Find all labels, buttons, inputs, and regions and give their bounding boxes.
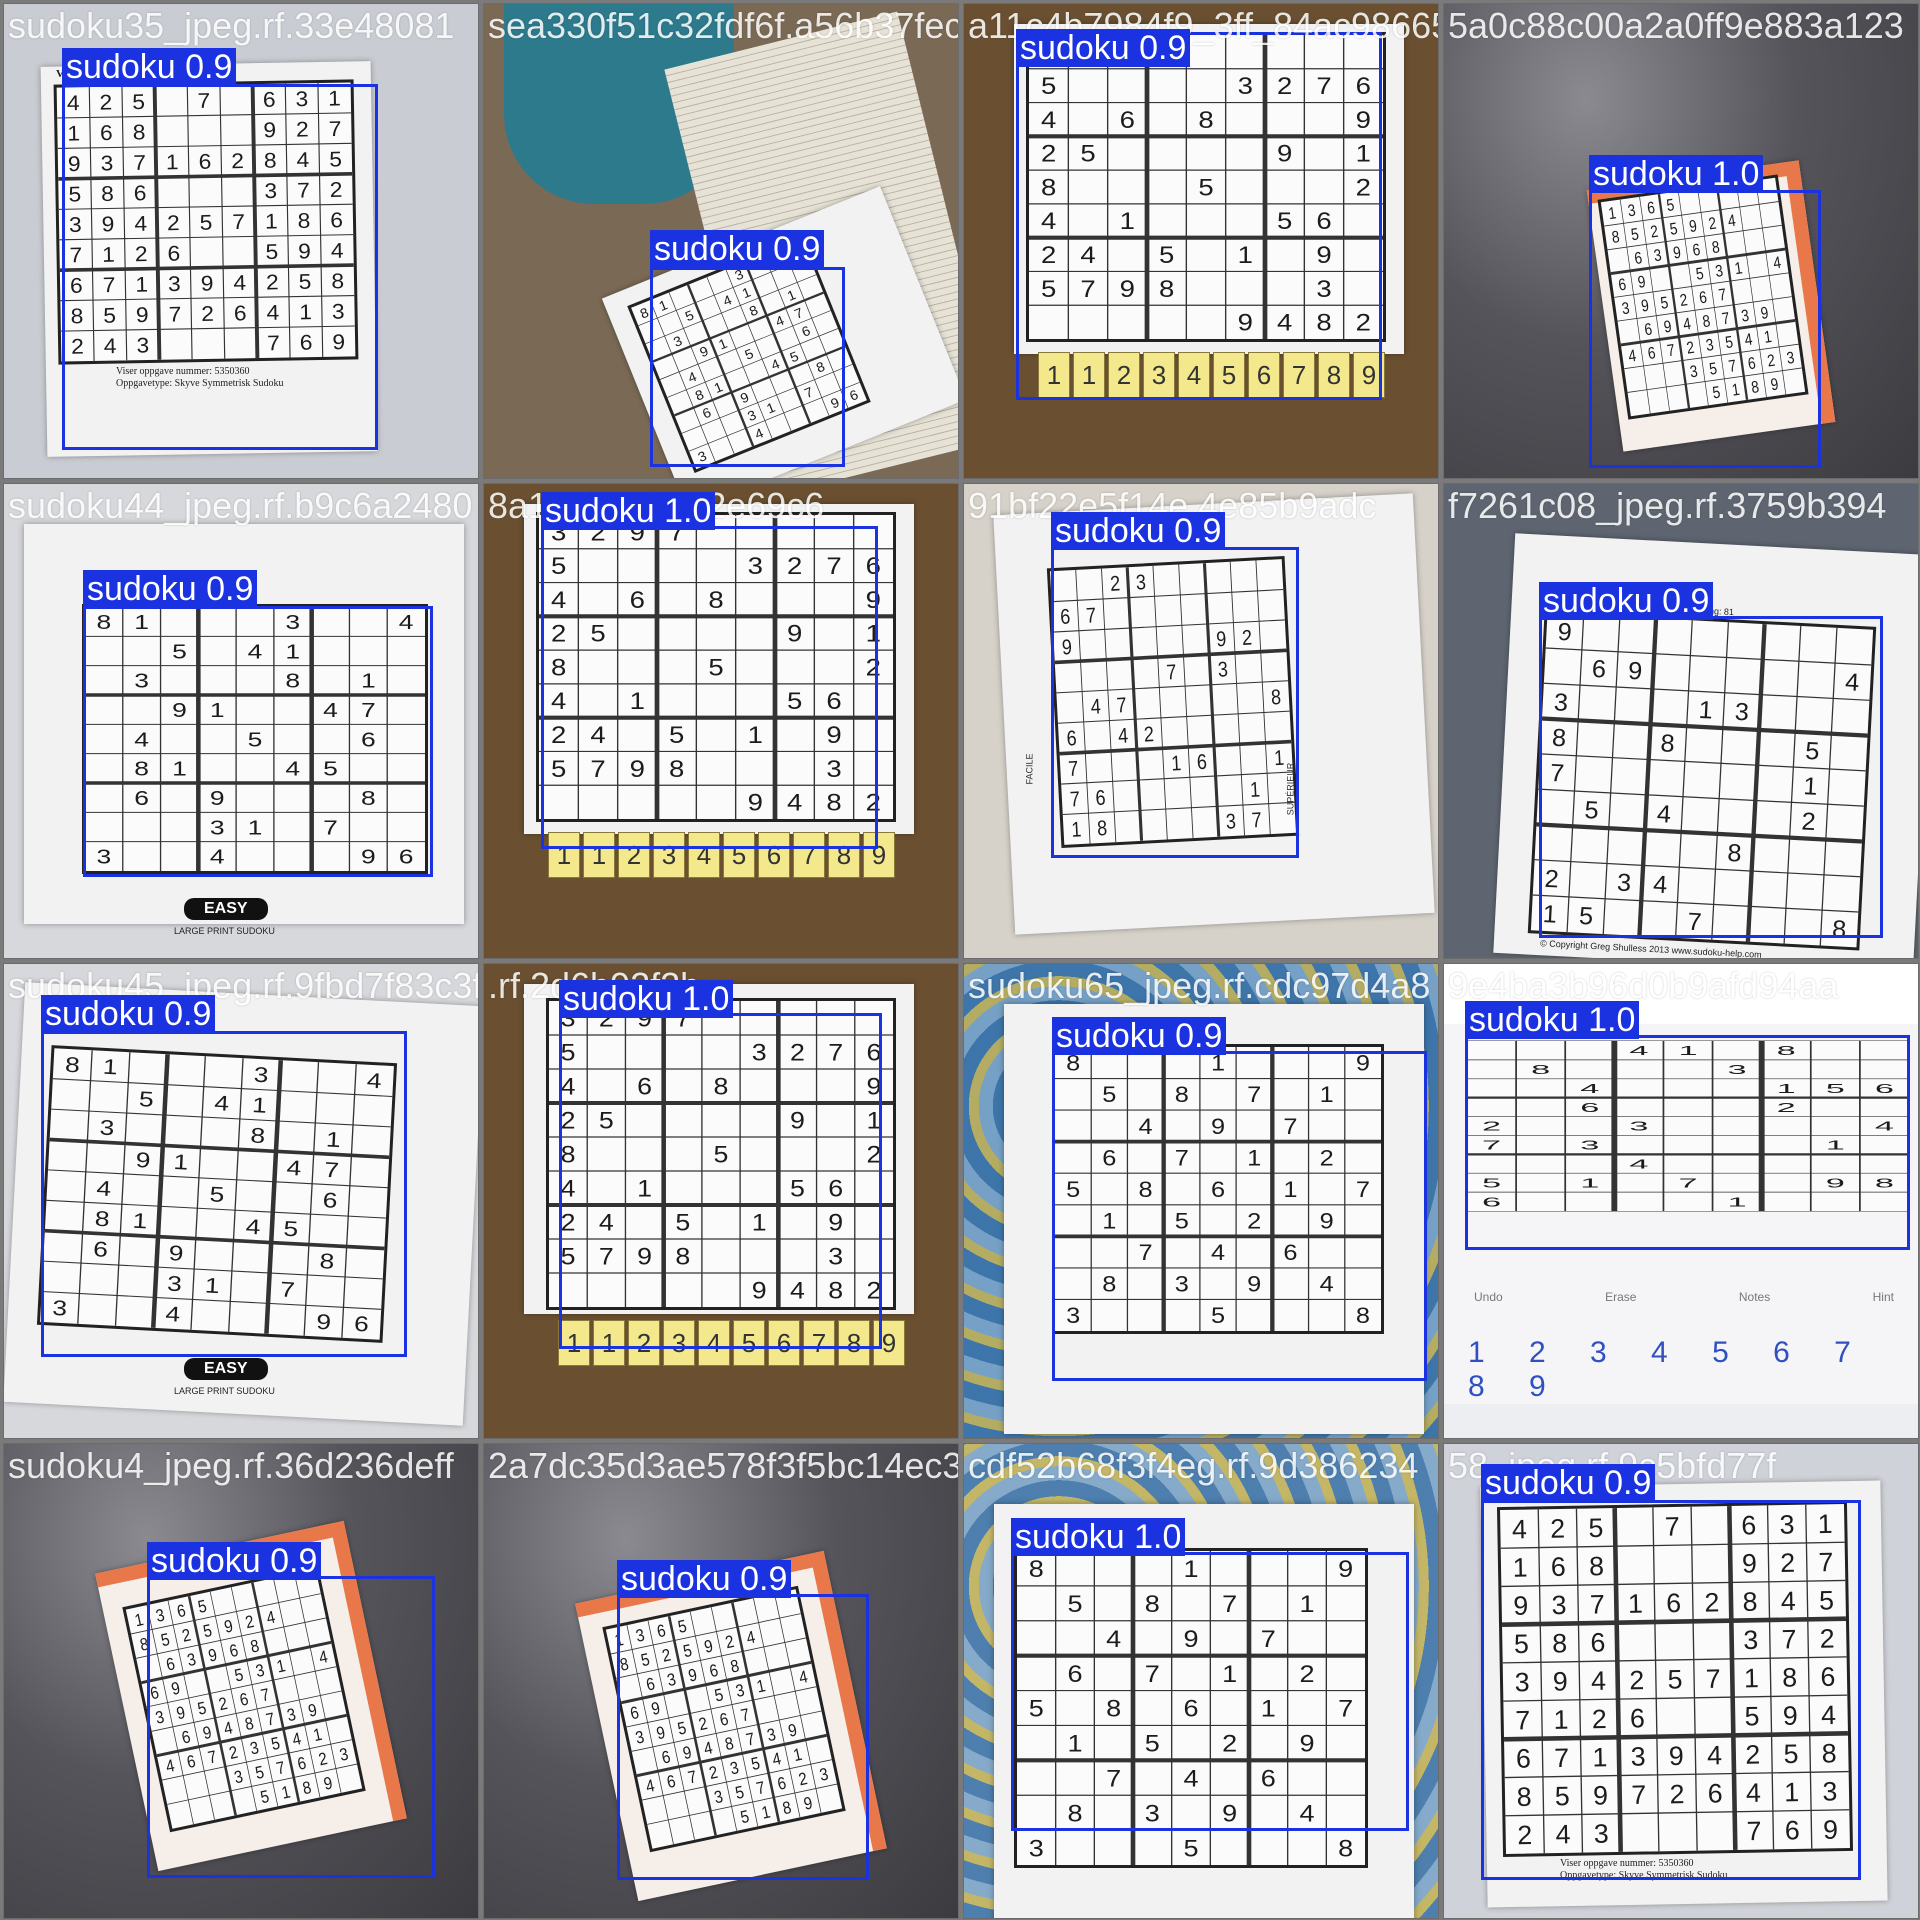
detection-box <box>62 84 378 450</box>
detection-box <box>1011 1552 1409 1831</box>
image-filename: f7261c08_jpeg.rf.3759b394 <box>1448 485 1887 526</box>
image-filename: sudoku4_jpeg.rf.36d236deff <box>8 1445 454 1486</box>
detection-label: sudoku 0.9 <box>1016 29 1191 67</box>
image-tile: 1365852592463968695314395267694873946723… <box>1443 3 1919 479</box>
image-tile: 8134541381914745681456983173496sudoku 0.… <box>483 3 959 479</box>
easy-subtitle: LARGE PRINT SUDOKU <box>174 926 275 936</box>
detection-label: sudoku 0.9 <box>1539 582 1714 620</box>
image-filename: 5a0c88c00a2a0ff9e883a123 <box>1448 5 1904 46</box>
tool-undo-button[interactable]: Undo <box>1474 1290 1503 1304</box>
detection-box <box>41 1031 407 1357</box>
image-tile: 8 1 9 5 8 7 1 4 9 7 6 7 1 2 5 8 6 1 7 1 5 2 9 7 4 6 8 3 9 4 3 5 8 sudoku … <box>963 1443 1439 1919</box>
image-tile: 8 1 9 5 8 7 1 4 9 7 6 7 1 2 5 8 6 1 7 1 5 2 9 7 4 6 8 3 9 4 3 5 8 sudoku … <box>963 963 1439 1439</box>
image-tile: 1365852592463968695314395267694873946723… <box>3 1443 479 1919</box>
tool-erase-button[interactable]: Erase <box>1605 1290 1636 1304</box>
detection-label: sudoku 1.0 <box>1465 1001 1640 1039</box>
easy-badge: EASY <box>184 1358 268 1380</box>
easy-subtitle: LARGE PRINT SUDOKU <box>174 1386 275 1396</box>
detection-box <box>1481 1500 1861 1880</box>
detection-box <box>1465 1035 1910 1250</box>
detection-label: sudoku 0.9 <box>1052 1017 1227 1055</box>
tool-hint-button[interactable]: Hint <box>1873 1290 1894 1304</box>
easy-badge: EASY <box>184 898 268 920</box>
detection-box <box>617 1594 869 1880</box>
image-filename: cdf52b68f3f4eg.rf.9d386234 <box>968 1445 1419 1486</box>
detection-label: sudoku 0.9 <box>83 570 258 608</box>
detection-label: sudoku 0.9 <box>1051 512 1226 550</box>
detection-label: sudoku 0.9 <box>41 995 216 1033</box>
image-tile: 3297532764689259185241562451957983948211… <box>963 3 1439 479</box>
tool-notes-button[interactable]: Notes <box>1739 1290 1770 1304</box>
detection-label: sudoku 1.0 <box>559 980 734 1018</box>
detection-label: sudoku 0.9 <box>62 48 237 86</box>
detection-box <box>1589 190 1821 468</box>
image-tile: 96943138857154282341578Class: Novice SHD… <box>1443 483 1919 959</box>
image-filename: sudoku35_jpeg.rf.33e48081 <box>8 5 455 46</box>
detection-label: sudoku 0.9 <box>650 230 825 268</box>
detection-box <box>1051 547 1299 858</box>
detection-label: sudoku 1.0 <box>1589 155 1764 193</box>
sudoku-digit: 1 <box>133 1610 145 1631</box>
sudoku-digit: 6 <box>847 386 860 403</box>
detection-box <box>559 1013 882 1349</box>
android-nav-bar <box>1444 1404 1918 1438</box>
detection-box <box>1052 1051 1427 1381</box>
detection-label: sudoku 1.0 <box>1011 1518 1186 1556</box>
phone-toolbar: Undo Erase Notes Hint <box>1474 1290 1894 1304</box>
detection-mosaic: 4257631168927937162845586372394257186712… <box>0 0 1920 1920</box>
detection-label: sudoku 0.9 <box>1481 1464 1656 1502</box>
image-tile: 3297532764689259185241562451957983948211… <box>483 483 959 959</box>
sudoku-digit: 3 <box>1029 1835 1044 1862</box>
image-filename: sea330f51c32fdf6f.a56b37fec8 <box>488 5 959 46</box>
image-tile: 2 3 6 7 9 9 2 7 3 4 7 8 6 4 2 7 1 6 1 7 6 1 1 8 3 7 FACILE SUPÉRIEU… <box>963 483 1439 959</box>
detection-box <box>1016 32 1382 400</box>
image-tile: 1365852592463968695314395267694873946723… <box>483 1443 959 1919</box>
number-keypad[interactable]: 1 2 3 4 5 6 7 8 9 <box>1468 1336 1918 1404</box>
image-filename: sudoku44_jpeg.rf.b9c6a2480 <box>8 485 473 526</box>
detection-label: sudoku 0.9 <box>617 1560 792 1598</box>
image-tile: 8 1 3 4 5 4 1 3 8 1 9 1 4 7 4 5 6 8 1 4 5 6 9 8 3 1 7 3 4 9 6 EASY LARGE… <box>3 483 479 959</box>
detection-label: sudoku 0.9 <box>147 1542 322 1580</box>
detection-box <box>1539 616 1883 938</box>
image-tile: 8 1 3 4 5 4 1 3 8 1 9 1 4 7 4 5 6 8 1 4 5 6 9 8 3 1 7 3 4 9 6 EASY LARGE… <box>3 963 479 1439</box>
sudoku-digit: 8 <box>1338 1835 1353 1862</box>
image-tile: 4 1 8 8 3 4 1 5 6 6 2 2 3 4 7 3 1 4 5 1 7 9 8 6 1 Undo Erase Notes H… <box>1443 963 1919 1439</box>
detection-label: sudoku 1.0 <box>541 492 716 530</box>
detection-box <box>541 526 878 849</box>
image-tile: 4257631168927937162845586372394257186712… <box>3 3 479 479</box>
image-tile: 4257631168927937162845586372394257186712… <box>1443 1443 1919 1919</box>
image-filename: 2a7dc35d3ae578f3f5bc14ec3 <box>488 1445 959 1486</box>
sudoku-digit: 5 <box>1183 1835 1198 1862</box>
image-tile: 3297532764689259185241562451957983948211… <box>483 963 959 1439</box>
detection-box <box>147 1576 435 1878</box>
detection-box <box>650 267 845 467</box>
detection-box <box>83 606 433 877</box>
difficulty-label: FACILE <box>1024 753 1035 785</box>
image-filename: sudoku65_jpeg.rf.cdc97d4a8 <box>968 965 1431 1006</box>
